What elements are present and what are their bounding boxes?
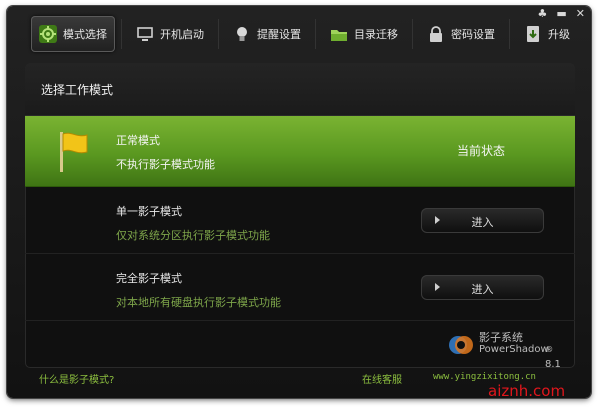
mode-description: 不执行影子模式功能 (116, 158, 215, 171)
product-name-en: PowerShadow (479, 344, 549, 355)
product-name: 影子系统 (479, 331, 523, 344)
upgrade-icon (524, 25, 542, 43)
bulb-icon (233, 25, 251, 43)
toolbar: 模式选择 开机启动 提醒设置 目录迁移 密码设置 升级 (31, 16, 582, 52)
mode-title: 正常模式 (116, 134, 160, 147)
tab-label: 升级 (548, 28, 570, 41)
toolbar-separator (509, 19, 510, 49)
tab-mode-select[interactable]: 模式选择 (31, 16, 115, 52)
tab-reminder[interactable]: 提醒设置 (225, 16, 309, 52)
lock-icon (427, 25, 445, 43)
tab-password[interactable]: 密码设置 (419, 16, 503, 52)
tab-dir-migration[interactable]: 目录迁移 (322, 16, 406, 52)
website-link[interactable]: www.yingzixitong.cn (433, 372, 536, 382)
help-link[interactable]: 什么是影子模式? (39, 371, 114, 386)
mode-row-single-shadow: 单一影子模式 仅对系统分区执行影子模式功能 进入 (25, 187, 575, 254)
toolbar-separator (218, 19, 219, 49)
mode-title: 完全影子模式 (116, 272, 182, 285)
mode-row-normal[interactable]: 正常模式 不执行影子模式功能 当前状态 (25, 116, 575, 187)
app-window: ♣ ▬ ✕ 模式选择 开机启动 提醒设置 目录迁移 密码设置 升级 选择工作模式… (7, 6, 591, 398)
gear-icon (39, 25, 57, 43)
product-logo: 影子系统 PowerShadow ® 8.1 (445, 325, 570, 368)
toolbar-separator (412, 19, 413, 49)
product-version: ® 8.1 (545, 344, 561, 368)
mode-row-full-shadow: 完全影子模式 对本地所有硬盘执行影子模式功能 进入 (25, 254, 575, 321)
button-label: 进入 (471, 216, 494, 229)
toolbar-separator (315, 19, 316, 49)
mode-panel: 选择工作模式 正常模式 不执行影子模式功能 当前状态 单一影子模式 仅对系统分区… (25, 63, 575, 368)
toolbar-separator (121, 19, 122, 49)
button-label: 进入 (471, 283, 494, 296)
tab-startup[interactable]: 开机启动 (128, 16, 212, 52)
watermark-text: aiznh.com (488, 382, 566, 400)
current-status-label: 当前状态 (457, 144, 506, 158)
folder-icon (330, 25, 348, 43)
tab-upgrade[interactable]: 升级 (516, 16, 578, 52)
monitor-icon (136, 25, 154, 43)
mode-description: 仅对系统分区执行影子模式功能 (116, 229, 270, 242)
flag-icon (57, 130, 91, 178)
logo-icon (449, 336, 473, 354)
mode-description: 对本地所有硬盘执行影子模式功能 (116, 296, 281, 309)
tab-label: 密码设置 (451, 28, 495, 41)
tab-label: 开机启动 (160, 28, 204, 41)
mode-title: 单一影子模式 (116, 205, 182, 218)
tab-label: 目录迁移 (354, 28, 398, 41)
panel-title: 选择工作模式 (25, 63, 575, 116)
tab-label: 模式选择 (63, 28, 107, 41)
tab-label: 提醒设置 (257, 28, 301, 41)
online-support-link[interactable]: 在线客服 (362, 371, 402, 386)
enter-single-shadow-button[interactable]: 进入 (421, 208, 544, 233)
enter-full-shadow-button[interactable]: 进入 (421, 275, 544, 300)
